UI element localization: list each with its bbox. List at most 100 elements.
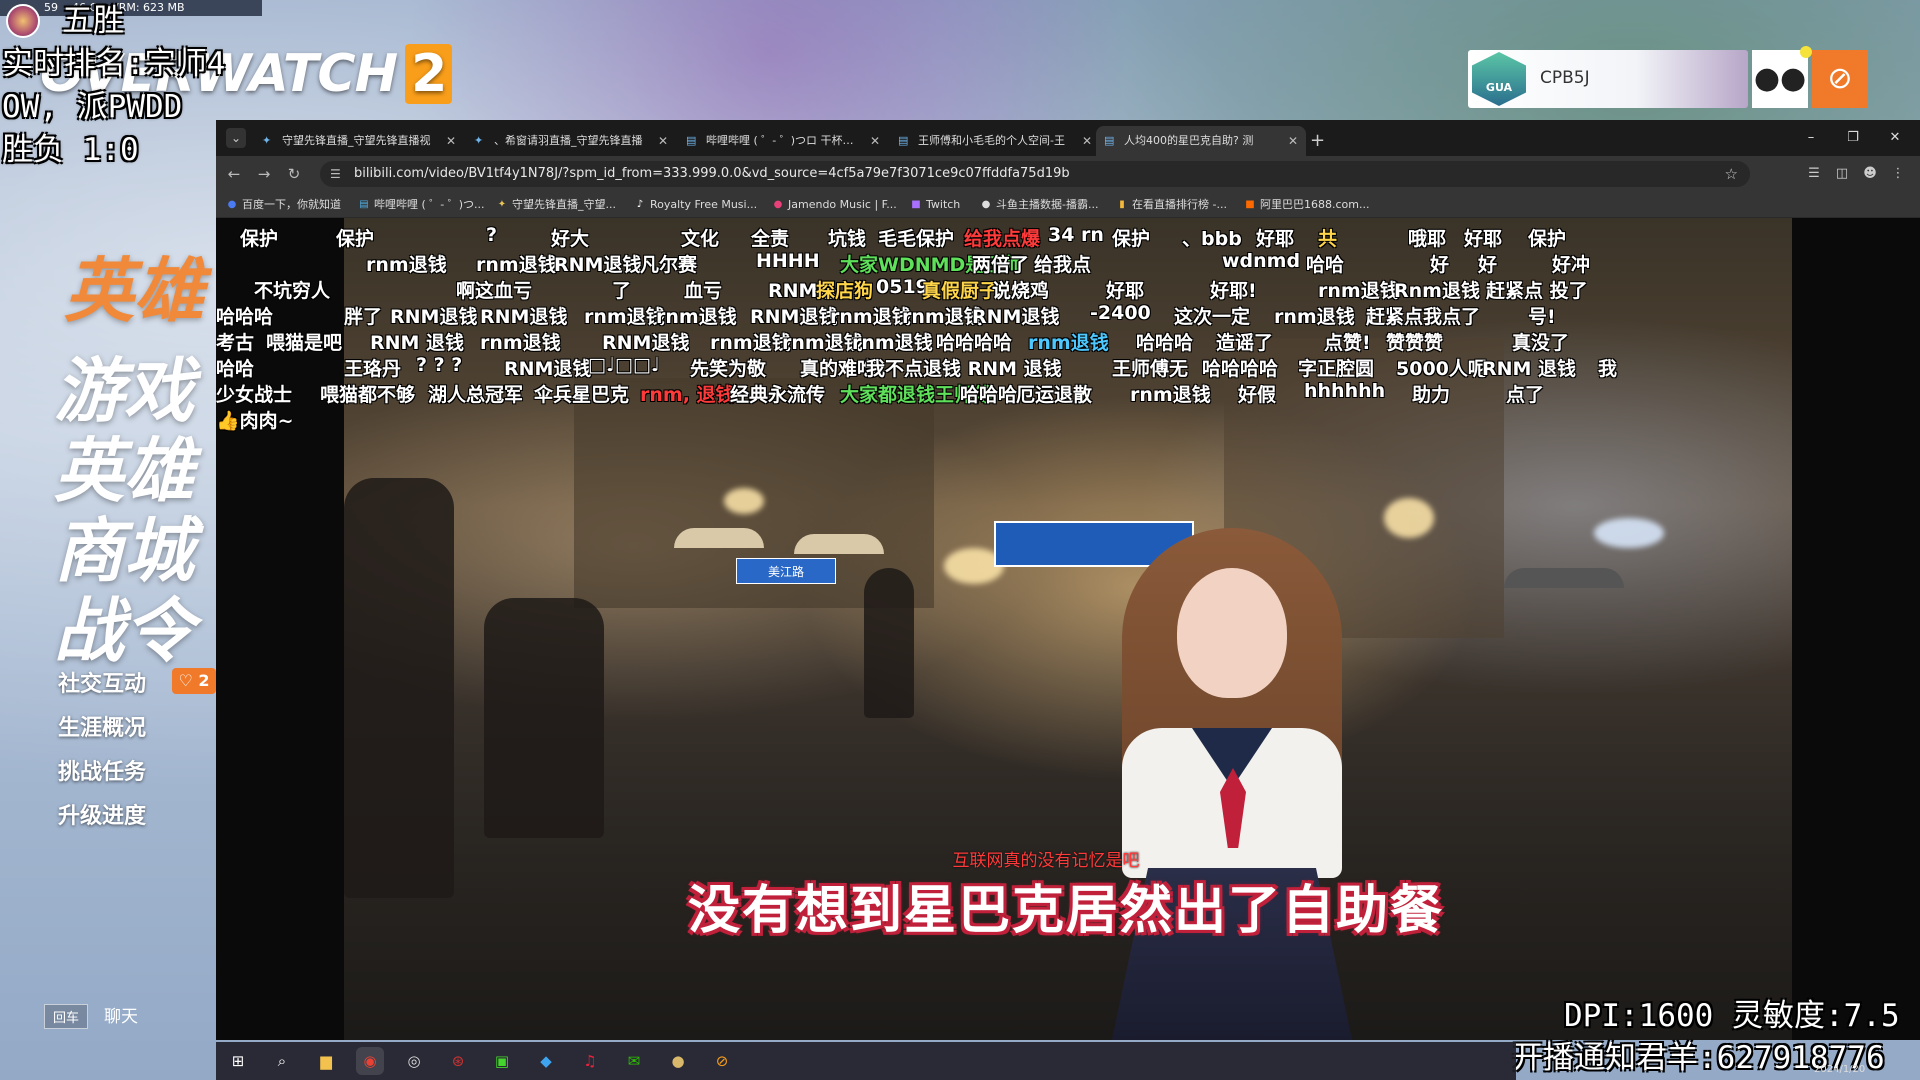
bookmark-star-icon[interactable]: ☆ <box>1725 161 1738 187</box>
stream-overlay-stats: 五胜 实时排名:宗师4 OW, 派PWDD 胜负 1:0 <box>2 0 225 172</box>
danmaku-comment: 我 <box>1598 358 1618 380</box>
chat-hint[interactable]: 回车 聊天 <box>44 1002 138 1029</box>
back-button[interactable]: ← <box>222 162 246 186</box>
tab-0[interactable]: ✦ 守望先锋直播_守望先锋直播视 ✕ <box>254 126 464 156</box>
danmaku-comment: 好大 <box>551 228 590 250</box>
bookmark-douyu[interactable]: ● 斗鱼主播数据-播霸... <box>978 192 1099 218</box>
minimize-button[interactable]: – <box>1790 120 1832 156</box>
danmaku-comment: rnm退钱 <box>480 332 561 354</box>
menu-career-profile[interactable]: 生涯概况 <box>58 710 146 742</box>
menu-challenges[interactable]: 挑战任务 <box>58 754 146 786</box>
tab-close-icon[interactable]: ✕ <box>1082 126 1092 156</box>
windows-start-icon[interactable]: ⊞ <box>224 1047 252 1075</box>
danmaku-comment: 点赞! <box>1324 332 1371 354</box>
player-name: CPB5J <box>1540 68 1590 88</box>
danmaku-comment: RNM退钱 <box>750 306 838 328</box>
bookmark-live-ranking[interactable]: ▮ 在看直播排行榜 -... <box>1114 192 1227 218</box>
bookmark-favicon-icon: ✦ <box>497 199 507 210</box>
danmaku-comment: rnm退钱 <box>830 306 911 328</box>
danmaku-comment: 哈哈哈哈 <box>1202 358 1279 380</box>
wechat-icon[interactable]: ✉ <box>620 1047 648 1075</box>
bookmark-baidu[interactable]: ● 百度一下，你就知道 <box>224 192 341 218</box>
url-text[interactable]: bilibili.com/video/BV1tf4y1N78J/?spm_id_… <box>354 161 1070 187</box>
tab-close-icon[interactable]: ✕ <box>446 126 456 156</box>
reload-button[interactable]: ↻ <box>282 162 306 186</box>
menu-social[interactable]: 社交互动 <box>58 666 146 698</box>
danmaku-comment: 哈哈 <box>216 358 255 380</box>
danmaku-comment: 保护 <box>240 228 279 250</box>
new-tab-button[interactable]: + <box>1310 126 1325 156</box>
danmaku-comment: 34 rn <box>1048 224 1104 246</box>
bookmarks-bar: ● 百度一下，你就知道 ▤ 哔哩哔哩 ( ゜- ゜)つ... ✦ 守望先锋直播_守望.… <box>216 192 1920 218</box>
overwatch-icon[interactable]: ⊘ <box>708 1047 736 1075</box>
danmaku-comment: 厄运退散 <box>1016 384 1093 406</box>
restore-button[interactable]: ❐ <box>1832 120 1874 156</box>
tab-4-active[interactable]: ▤ 人均400的星巴克自助? 测 ✕ <box>1096 126 1306 156</box>
battlenet-icon[interactable]: ◆ <box>532 1047 560 1075</box>
danmaku-comment: 好 <box>1478 254 1498 276</box>
side-panel-icon[interactable]: ◫ <box>1830 162 1854 186</box>
tab-1[interactable]: ✦ 、希窗请羽直播_守望先锋直播 ✕ <box>466 126 676 156</box>
netease-music-icon[interactable]: ♫ <box>576 1047 604 1075</box>
danmaku-comment: 坑钱 <box>828 228 867 250</box>
social-notification-badge: ♡ 2 <box>172 668 216 694</box>
menu-hero[interactable]: 英雄 <box>64 235 204 336</box>
enter-key-hint: 回车 <box>44 1004 89 1029</box>
bookmark-favicon-icon: ▮ <box>1119 199 1125 210</box>
player-card[interactable]: GUA CPB5J <box>1468 50 1748 108</box>
danmaku-comment: 👍肉肉~ <box>216 410 294 432</box>
bookmark-1688[interactable]: ■ 阿里巴巴1688.com... <box>1242 192 1369 218</box>
browser-toolbar: ← → ↻ ☰ bilibili.com/video/BV1tf4y1N78J/… <box>216 156 1920 192</box>
bookmark-twitch[interactable]: ■ Twitch <box>908 192 960 218</box>
media-control-icon[interactable]: ☰ <box>1802 162 1826 186</box>
video-caption-main: 没有想到星巴克居然出了自助餐 <box>687 881 1444 941</box>
danmaku-comment: 好耶 <box>1464 228 1503 250</box>
forward-button[interactable]: → <box>252 162 276 186</box>
tab-close-icon[interactable]: ✕ <box>1288 126 1298 156</box>
chrome-icon[interactable]: ◉ <box>356 1047 384 1075</box>
bookmark-royalty-free[interactable]: ♪ Royalty Free Musi... <box>632 192 757 218</box>
danmaku-comment: 好冲 <box>1552 254 1591 276</box>
profile-icon[interactable]: ☻ <box>1858 162 1882 186</box>
danmaku-comment: rnm退钱 <box>1130 384 1211 406</box>
app-icon[interactable]: ● <box>664 1047 692 1075</box>
danmaku-comment: 真的难吃 <box>800 358 877 380</box>
tab-bar: ⌄ ✦ 守望先锋直播_守望先锋直播视 ✕ ✦ 、希窗请羽直播_守望先锋直播 ✕ … <box>216 120 1920 156</box>
tab-close-icon[interactable]: ✕ <box>870 126 880 156</box>
steam-icon[interactable]: ⊛ <box>444 1047 472 1075</box>
menu-progression[interactable]: 升级进度 <box>58 798 146 830</box>
bilibili-icon: ▤ <box>686 134 697 147</box>
address-bar[interactable]: ☰ bilibili.com/video/BV1tf4y1N78J/?spm_i… <box>320 161 1750 187</box>
bookmark-bilibili[interactable]: ▤ 哔哩哔哩 ( ゜- ゜)つ... <box>356 192 484 218</box>
menu-battle-pass[interactable]: 战令 <box>54 575 194 676</box>
tab-2[interactable]: ▤ 哔哩哔哩 ( ゜- ゜)つロ 干杯~-b ✕ <box>678 126 888 156</box>
file-explorer-icon[interactable]: ▆ <box>312 1047 340 1075</box>
overlay-line-team: OW, 派PWDD <box>2 89 183 125</box>
danmaku-comment: 凡尔赛 <box>640 254 698 276</box>
danmaku-comment: 这次一定 <box>1174 306 1251 328</box>
obs-icon[interactable]: ◎ <box>400 1047 428 1075</box>
danmaku-comment: wdnmd <box>1222 250 1301 272</box>
razer-icon[interactable]: ▣ <box>488 1047 516 1075</box>
browser-menu-icon[interactable]: ⋮ <box>1886 162 1910 186</box>
social-button[interactable]: ●● <box>1752 50 1808 108</box>
danmaku-comment: rnm退钱 <box>852 332 933 354</box>
chat-label: 聊天 <box>104 1007 139 1027</box>
danmaku-comment: RNM退钱 <box>390 306 478 328</box>
bookmark-overwatch-live[interactable]: ✦ 守望先锋直播_守望... <box>494 192 616 218</box>
video-player[interactable]: 美江路 保护 保护? 好大 文化 全责 坑钱 毛毛保护 给我点爆 34 rn 保护 、bbb 好耶 共 哦… <box>216 218 1920 1040</box>
close-button[interactable]: ✕ <box>1874 120 1916 156</box>
danmaku-comment: 好 <box>1430 254 1450 276</box>
notification-dot <box>1800 46 1812 58</box>
overwatch-menu-button[interactable]: ⊘ <box>1812 50 1868 108</box>
tab-favicon-icon: ✦ <box>262 134 272 147</box>
danmaku-comment: RNM 退钱 <box>1482 358 1577 380</box>
tray-date: 2024/1/20 <box>1814 1064 1866 1075</box>
bookmark-jamendo[interactable]: ● Jamendo Music | F... <box>770 192 897 218</box>
tab-search-button[interactable]: ⌄ <box>226 128 246 148</box>
site-info-icon[interactable]: ☰ <box>330 161 341 187</box>
tab-3[interactable]: ▤ 王师傅和小毛毛的个人空间-王 ✕ <box>890 126 1100 156</box>
search-icon[interactable]: ⌕ <box>268 1047 296 1075</box>
tab-close-icon[interactable]: ✕ <box>658 126 668 156</box>
danmaku-comment: rnm退钱 <box>1274 306 1355 328</box>
